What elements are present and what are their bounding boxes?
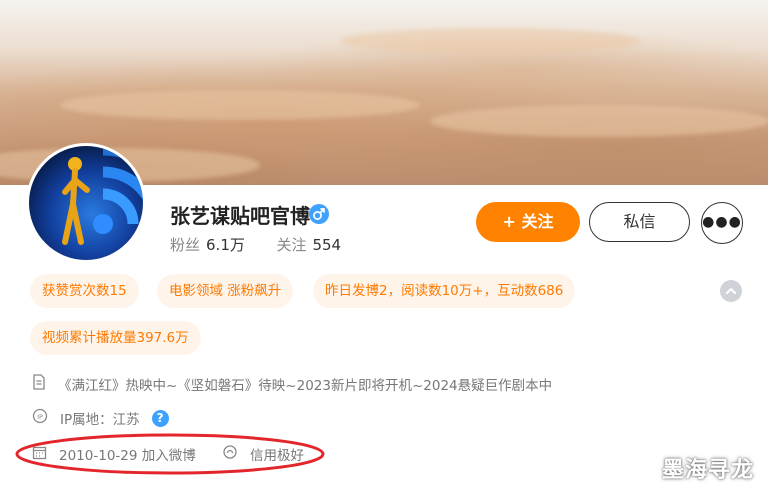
more-dots-icon: ●●● xyxy=(702,214,742,230)
following-label: 关注 xyxy=(276,236,307,254)
fans-label: 粉丝 xyxy=(170,236,201,254)
following-count[interactable]: 554 xyxy=(312,236,341,254)
message-button[interactable]: 私信 xyxy=(589,202,690,242)
male-icon xyxy=(309,204,329,224)
collapse-icon[interactable] xyxy=(720,280,742,302)
svg-text:IP: IP xyxy=(37,413,43,421)
tag-item[interactable]: 昨日发博2，阅读数10万+，互动数686 xyxy=(313,274,576,308)
ip-line: IP IP属地：江苏? xyxy=(32,408,169,428)
more-button[interactable]: ●●● xyxy=(701,202,743,244)
fans-count[interactable]: 6.1万 xyxy=(206,236,245,254)
tag-item[interactable]: 视频累计播放量397.6万 xyxy=(30,321,201,355)
banner-texture xyxy=(430,105,768,137)
bio-text: 《满江红》热映中~《坚如磐石》待映~2023新片即将开机~2024悬疑巨作剧本中 xyxy=(58,378,553,394)
profile-name: 张艺谋贴吧官博 xyxy=(170,204,310,228)
banner-texture xyxy=(60,90,420,120)
ip-location-icon: IP xyxy=(32,408,48,428)
tag-item[interactable]: 获赞赏次数15 xyxy=(30,274,139,308)
bio-line: 《满江红》热映中~《坚如磐石》待映~2023新片即将开机~2024悬疑巨作剧本中 xyxy=(32,374,552,394)
profile-stats: 粉丝 6.1万 关注 554 xyxy=(170,234,341,255)
follow-button[interactable]: + 关注 xyxy=(476,202,580,242)
help-icon[interactable]: ? xyxy=(151,409,169,427)
avatar-rss-figure-icon xyxy=(62,146,143,245)
ip-location-text: IP属地：江苏 xyxy=(60,412,140,428)
avatar[interactable] xyxy=(26,143,146,263)
watermark: 墨海寻龙 xyxy=(661,458,754,483)
banner-texture xyxy=(340,28,640,54)
document-icon xyxy=(32,374,46,394)
highlight-annotation xyxy=(15,433,325,475)
tag-item[interactable]: 电影领域 涨粉飙升 xyxy=(157,274,294,308)
